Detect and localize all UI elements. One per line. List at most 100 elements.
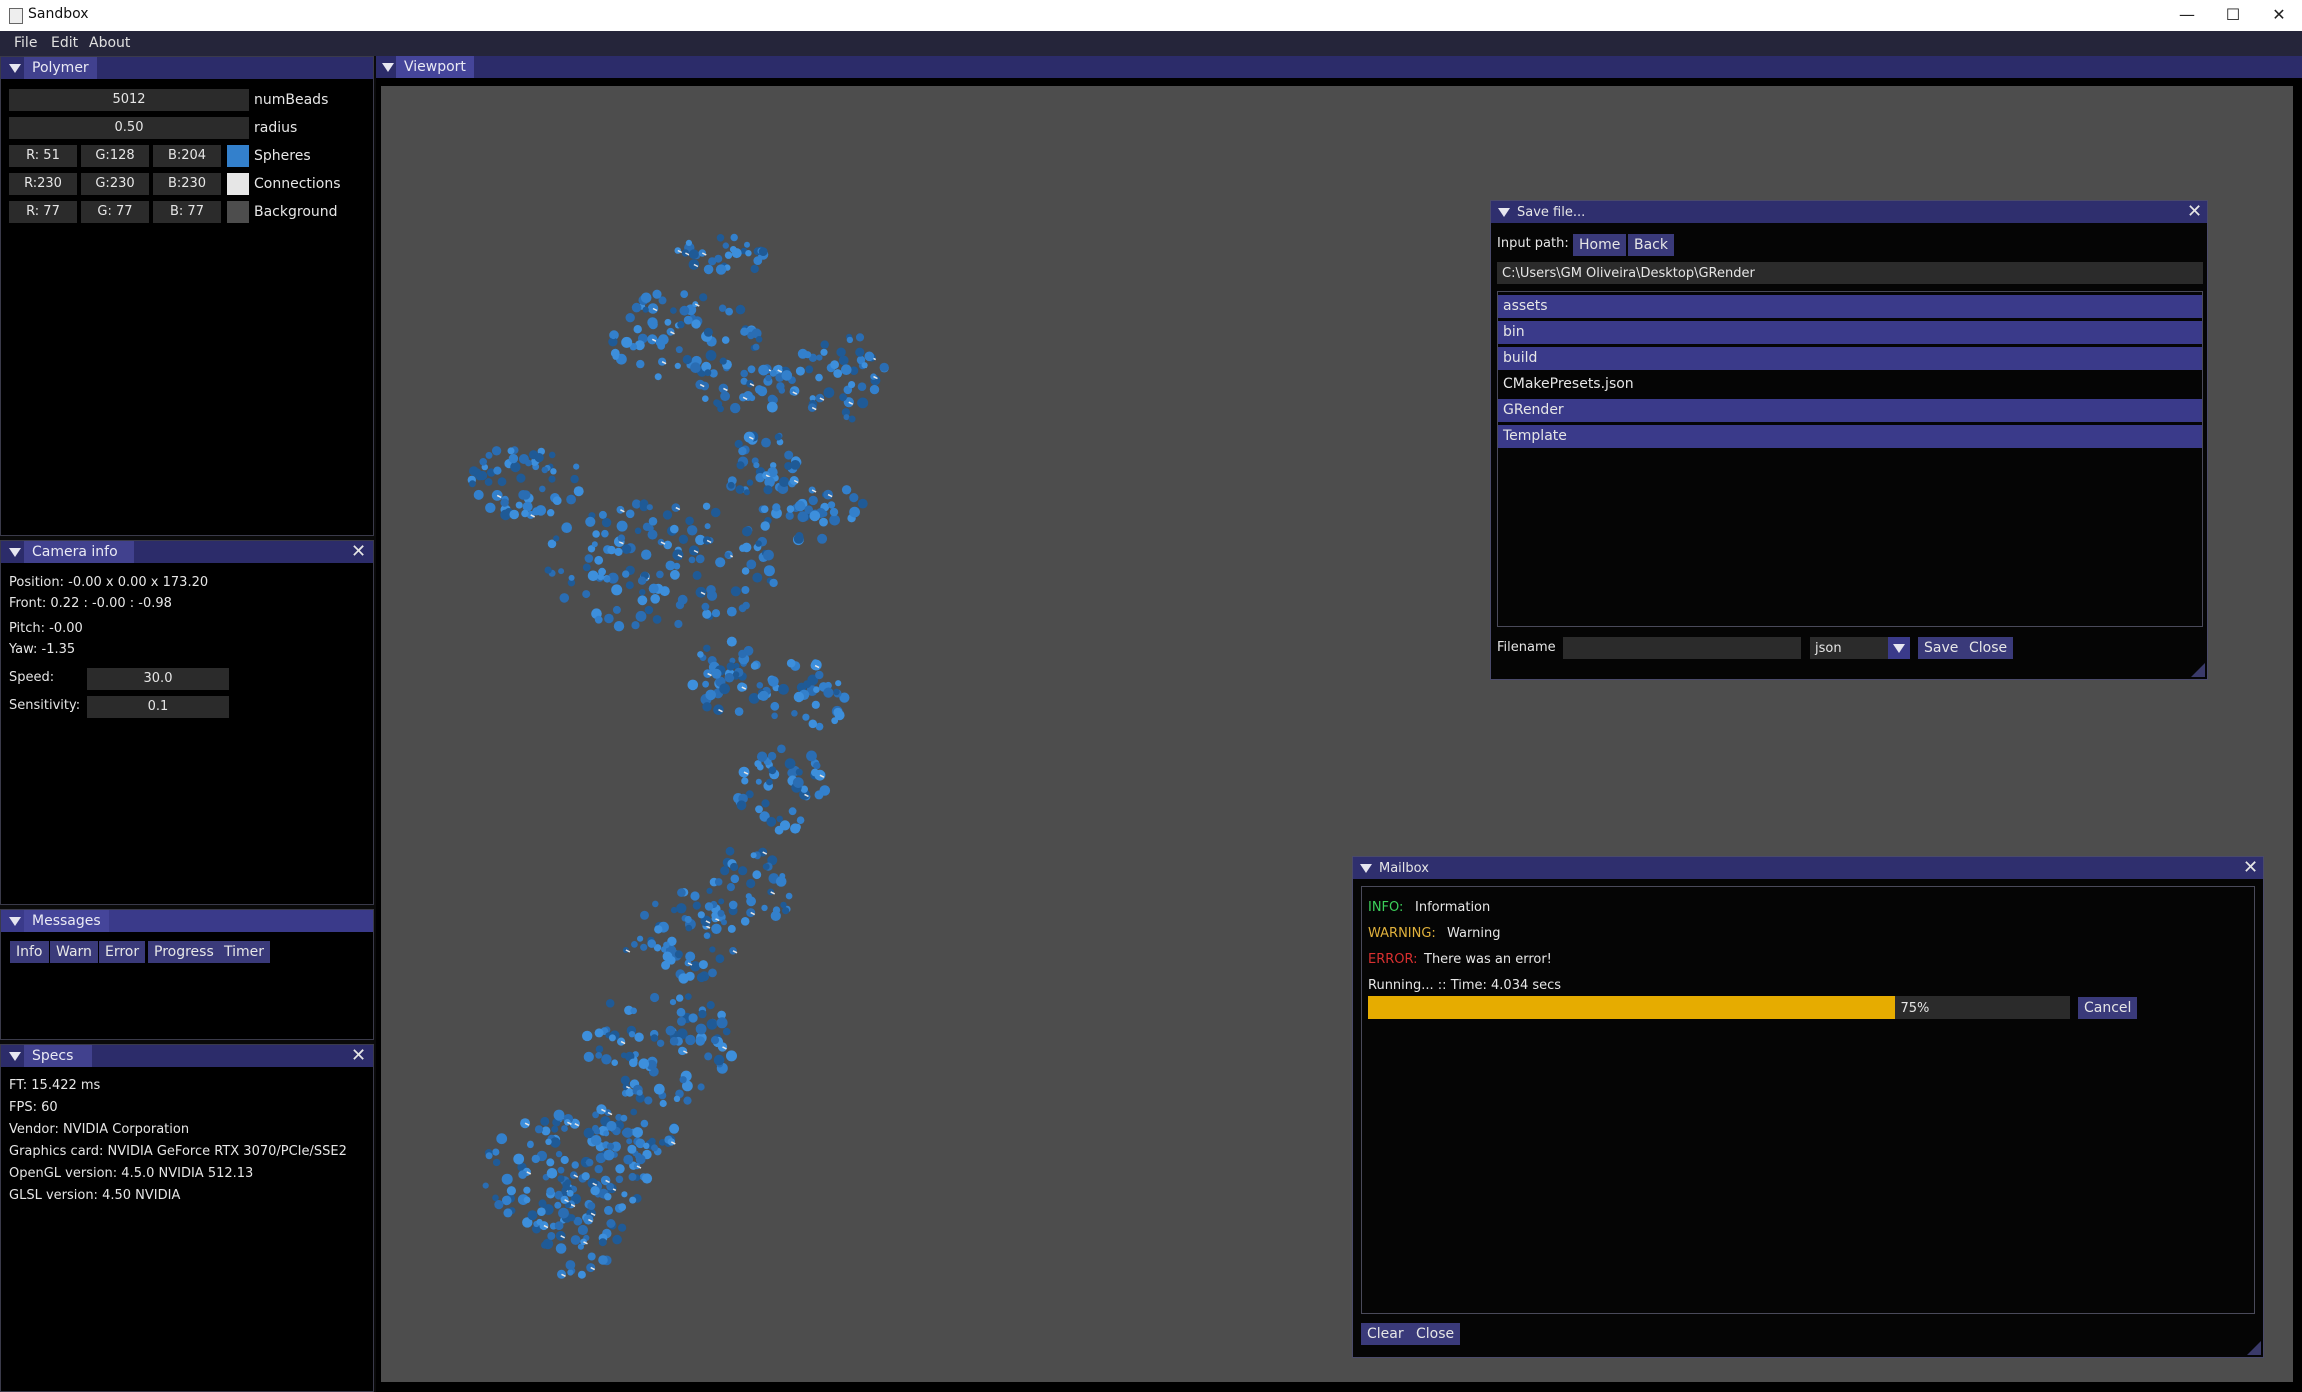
polymer-bead bbox=[679, 305, 690, 316]
connections-r-input[interactable]: R:230 bbox=[9, 173, 77, 195]
close-button[interactable]: Close bbox=[1963, 637, 2014, 659]
file-list-item[interactable]: Template bbox=[1498, 425, 2202, 448]
polymer-bead bbox=[698, 1009, 707, 1019]
minimize-button[interactable]: — bbox=[2164, 0, 2210, 31]
menu-file[interactable]: File bbox=[14, 35, 37, 51]
polymer-bead bbox=[786, 658, 796, 668]
polymer-bead bbox=[678, 534, 689, 544]
info-button[interactable]: Info bbox=[10, 941, 49, 963]
speed-input[interactable]: 30.0 bbox=[87, 668, 229, 690]
path-input[interactable]: C:\Users\GM Oliveira\Desktop\GRender bbox=[1497, 262, 2203, 284]
menu-edit[interactable]: Edit bbox=[51, 35, 78, 51]
clear-button[interactable]: Clear bbox=[1361, 1323, 1410, 1345]
polymer-bead bbox=[625, 581, 634, 590]
connections-color-swatch[interactable] bbox=[227, 173, 249, 195]
resize-grip-icon[interactable] bbox=[2191, 663, 2205, 677]
save-file-titlebar[interactable]: Save file... ✕ bbox=[1491, 201, 2207, 223]
collapse-triangle-icon[interactable] bbox=[1360, 864, 1372, 873]
polymer-bead bbox=[849, 506, 860, 518]
radius-input[interactable]: 0.50 bbox=[9, 117, 249, 139]
polymer-bead bbox=[802, 713, 810, 721]
polymer-bead bbox=[503, 1208, 513, 1218]
error-button[interactable]: Error bbox=[99, 941, 146, 963]
polymer-bead bbox=[652, 615, 662, 624]
menu-about[interactable]: About bbox=[89, 35, 130, 51]
polymer-bead bbox=[729, 246, 737, 253]
polymer-bead bbox=[684, 993, 692, 1000]
polymer-bead bbox=[603, 576, 611, 583]
spheres-b-input[interactable]: B:204 bbox=[153, 145, 221, 167]
extension-select[interactable]: json bbox=[1810, 637, 1910, 659]
close-window-button[interactable]: ✕ bbox=[2256, 0, 2302, 31]
num-beads-input[interactable]: 5012 bbox=[9, 89, 249, 111]
close-button[interactable]: Close bbox=[1410, 1323, 1461, 1345]
spheres-label: Spheres bbox=[254, 148, 311, 164]
collapse-triangle-icon[interactable] bbox=[9, 917, 21, 926]
background-g-input[interactable]: G: 77 bbox=[81, 201, 149, 223]
polymer-bead bbox=[746, 479, 754, 486]
polymer-bead bbox=[677, 1016, 686, 1026]
collapse-triangle-icon[interactable] bbox=[9, 1052, 21, 1061]
polymer-bead bbox=[610, 333, 617, 340]
polymer-bead bbox=[485, 1152, 493, 1160]
file-list-item[interactable]: CMakePresets.json bbox=[1498, 373, 2202, 396]
timer-button[interactable]: Timer bbox=[218, 941, 271, 963]
progress-button[interactable]: Progress bbox=[148, 941, 220, 963]
polymer-bead bbox=[820, 340, 829, 349]
background-color-swatch[interactable] bbox=[227, 201, 249, 223]
polymer-bead bbox=[760, 505, 769, 513]
viewport-title: Viewport bbox=[396, 56, 474, 78]
spheres-g-input[interactable]: G:128 bbox=[81, 145, 149, 167]
polymer-bead bbox=[755, 805, 763, 814]
maximize-button[interactable]: ☐ bbox=[2210, 0, 2256, 31]
file-list-item[interactable]: build bbox=[1498, 347, 2202, 370]
polymer-bead bbox=[648, 517, 658, 526]
polymer-bead bbox=[708, 968, 717, 978]
back-button[interactable]: Back bbox=[1628, 234, 1674, 256]
resize-grip-icon[interactable] bbox=[2247, 1341, 2261, 1355]
collapse-triangle-icon[interactable] bbox=[9, 548, 21, 557]
file-list-item[interactable]: assets bbox=[1498, 295, 2202, 318]
close-icon[interactable]: ✕ bbox=[351, 1047, 366, 1065]
connections-b-input[interactable]: B:230 bbox=[153, 173, 221, 195]
background-r-input[interactable]: R: 77 bbox=[9, 201, 77, 223]
polymer-bead bbox=[702, 395, 709, 403]
dropdown-button[interactable] bbox=[1888, 637, 1910, 659]
cancel-button[interactable]: Cancel bbox=[2078, 997, 2138, 1019]
polymer-bead bbox=[819, 517, 828, 527]
warn-button[interactable]: Warn bbox=[50, 941, 98, 963]
polymer-bead bbox=[710, 507, 721, 518]
collapse-triangle-icon[interactable] bbox=[1498, 208, 1510, 217]
polymer-bead bbox=[735, 304, 746, 315]
background-b-input[interactable]: B: 77 bbox=[153, 201, 221, 223]
collapse-triangle-icon[interactable] bbox=[9, 64, 21, 73]
polymer-bead bbox=[725, 846, 735, 856]
polymer-bead bbox=[622, 1127, 633, 1138]
spheres-color-swatch[interactable] bbox=[227, 145, 249, 167]
close-icon[interactable]: ✕ bbox=[351, 543, 366, 561]
polymer-bead bbox=[518, 1170, 527, 1179]
polymer-bead bbox=[558, 1207, 569, 1219]
window-title: Sandbox bbox=[28, 6, 89, 22]
polymer-bead bbox=[756, 682, 764, 689]
polymer-bead bbox=[809, 510, 821, 522]
polymer-bead bbox=[695, 1036, 705, 1046]
polymer-bead bbox=[720, 866, 730, 876]
close-icon[interactable]: ✕ bbox=[2243, 859, 2258, 877]
save-button[interactable]: Save bbox=[1918, 637, 1965, 659]
mailbox-titlebar[interactable]: Mailbox ✕ bbox=[1353, 857, 2263, 879]
file-list-item[interactable]: bin bbox=[1498, 321, 2202, 344]
sensitivity-input[interactable]: 0.1 bbox=[87, 696, 229, 718]
close-icon[interactable]: ✕ bbox=[2187, 203, 2202, 221]
connections-g-input[interactable]: G:230 bbox=[81, 173, 149, 195]
file-list-item[interactable]: GRender bbox=[1498, 399, 2202, 422]
file-list[interactable]: assets bin build CMakePresets.json GRend… bbox=[1497, 291, 2203, 627]
polymer-bead bbox=[730, 402, 741, 414]
spheres-r-input[interactable]: R: 51 bbox=[9, 145, 77, 167]
collapse-triangle-icon[interactable] bbox=[382, 63, 394, 72]
home-button[interactable]: Home bbox=[1573, 234, 1627, 256]
polymer-bead bbox=[501, 1173, 513, 1185]
filename-input[interactable] bbox=[1563, 637, 1801, 659]
polymer-bead bbox=[702, 609, 712, 619]
polymer-bead bbox=[771, 712, 778, 720]
